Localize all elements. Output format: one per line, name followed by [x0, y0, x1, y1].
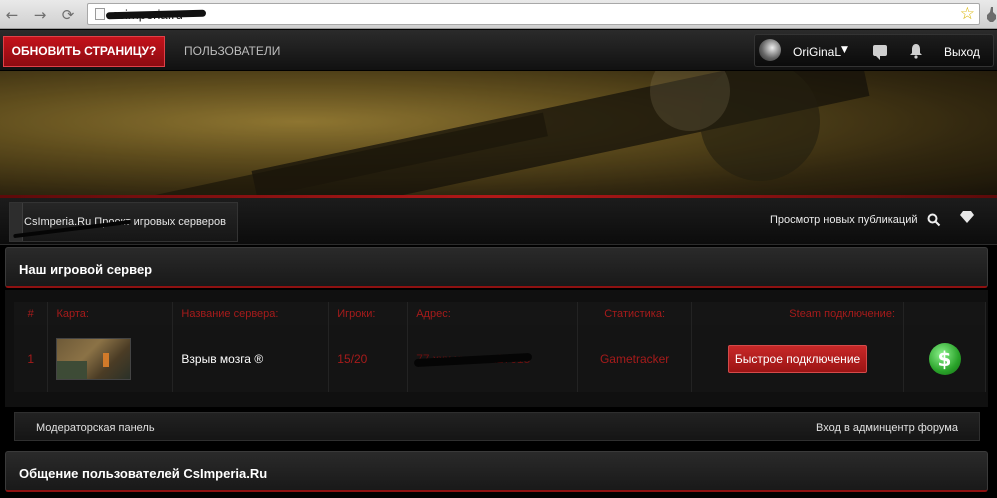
banner-artwork: [0, 71, 997, 198]
row-number: 1: [14, 325, 49, 392]
site-navbar: ОБНОВИТЬ СТРАНИЦУ? ПОЛЬЗОВАТЕЛИ OriGinaL…: [0, 30, 997, 71]
gametracker-link[interactable]: Gametracker: [577, 325, 693, 392]
section-title: Общение пользователей CsImperia.Ru: [19, 466, 268, 481]
wrench-icon[interactable]: [986, 6, 997, 24]
table-header-row: # Карта: Название сервера: Игроки: Адрес…: [14, 302, 986, 325]
redaction-scribble: [105, 9, 207, 20]
avatar[interactable]: [759, 39, 781, 61]
back-icon[interactable]: ←: [2, 5, 22, 25]
username-menu[interactable]: OriGinaL: [793, 45, 841, 59]
table-row: 1 Взрыв мозга ® 15/20 77.xxx.xxx.xxx:270…: [14, 325, 986, 392]
section-title: Наш игровой сервер: [19, 262, 153, 277]
server-section-header: Наш игровой сервер: [5, 247, 988, 288]
forward-icon[interactable]: →: [30, 5, 50, 25]
logout-link[interactable]: Выход: [944, 45, 980, 59]
server-panel: # Карта: Название сервера: Игроки: Адрес…: [5, 290, 988, 407]
players-count: 15/20: [328, 325, 409, 392]
breadcrumb[interactable]: CsImperia.Ru Проект игровых серверов: [9, 202, 238, 242]
bell-icon[interactable]: [908, 43, 924, 59]
diamond-icon[interactable]: [960, 211, 974, 223]
col-map: Карта:: [47, 302, 174, 325]
chat-section-header: Общение пользователей CsImperia.Ru: [5, 451, 988, 492]
view-new-posts-link[interactable]: Просмотр новых публикаций: [770, 214, 918, 226]
server-table: # Карта: Название сервера: Игроки: Адрес…: [14, 302, 986, 392]
users-link[interactable]: ПОЛЬЗОВАТЕЛИ: [184, 44, 280, 58]
col-steam-connect: Steam подключение:: [691, 302, 904, 325]
chevron-down-icon[interactable]: ▼: [841, 45, 848, 55]
refresh-page-button[interactable]: ОБНОВИТЬ СТРАНИЦУ?: [3, 36, 165, 67]
donate-cell: $: [903, 325, 986, 392]
bookmark-star-icon[interactable]: ☆: [960, 4, 975, 24]
col-stats: Статистика:: [577, 302, 693, 325]
col-number: #: [14, 302, 49, 325]
moderator-panel-link[interactable]: Модераторская панель: [36, 422, 155, 434]
connect-cell: Быстрое подключение: [691, 325, 904, 392]
dollar-icon[interactable]: $: [928, 342, 961, 375]
messages-icon[interactable]: [873, 45, 887, 60]
admin-center-link[interactable]: Вход в админцентр форума: [816, 422, 958, 434]
address-bar[interactable]: csimperia.ru ☆: [87, 3, 980, 25]
address-cell: 77.xxx.xxx.xxx:27015: [407, 325, 579, 392]
moderator-bar: Модераторская панель Вход в админцентр ф…: [14, 412, 980, 441]
col-players: Игроки:: [328, 302, 409, 325]
breadcrumb-bar: CsImperia.Ru Проект игровых серверов Про…: [0, 198, 997, 245]
user-panel: OriGinaL ▼ Выход: [754, 34, 994, 67]
reload-icon[interactable]: ⟳: [58, 5, 78, 25]
col-server-name: Название сервера:: [172, 302, 330, 325]
quick-connect-button[interactable]: Быстрое подключение: [728, 344, 868, 373]
map-cell: [47, 325, 174, 392]
map-thumbnail: [56, 337, 132, 380]
col-donate: [903, 302, 986, 325]
header-banner: [0, 71, 997, 198]
search-icon[interactable]: [927, 213, 941, 227]
browser-toolbar: ← → ⟳ csimperia.ru ☆: [0, 0, 997, 29]
server-name: Взрыв мозга ®: [172, 325, 330, 392]
page-icon: [95, 8, 105, 20]
col-address: Адрес:: [407, 302, 579, 325]
